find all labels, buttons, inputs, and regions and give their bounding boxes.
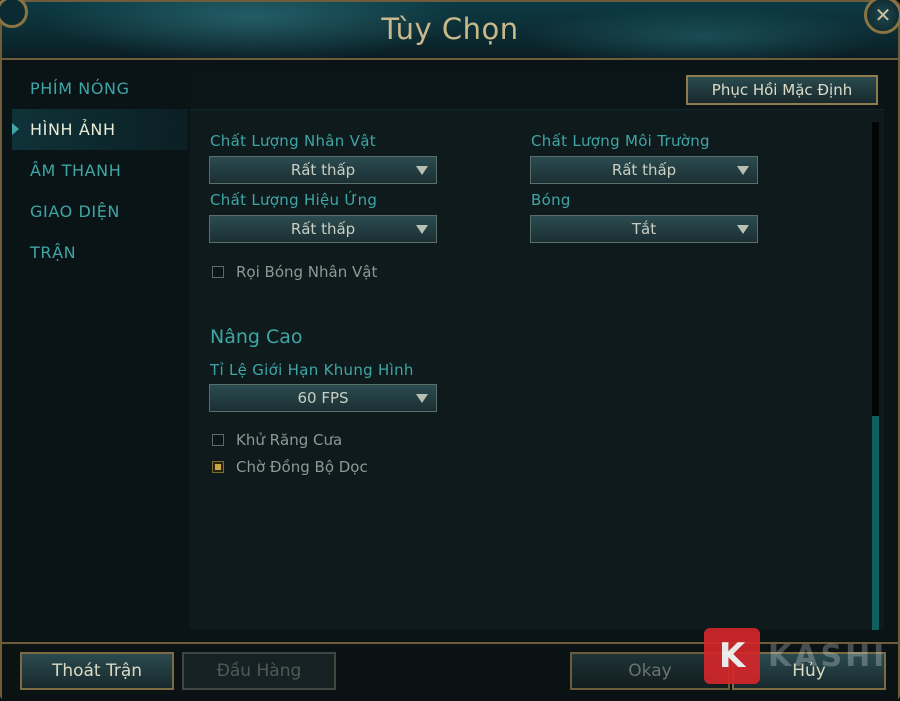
dropdown-value: Rất thấp bbox=[290, 161, 356, 179]
anti-aliasing-checkbox[interactable] bbox=[212, 434, 224, 446]
settings-panel: Phục Hồi Mặc Định Chất Lượng Nhân Vật Rấ… bbox=[190, 68, 884, 630]
chevron-down-icon bbox=[737, 225, 749, 234]
vsync-checkbox[interactable] bbox=[212, 461, 224, 473]
dropdown-value: Rất thấp bbox=[290, 220, 356, 238]
close-icon[interactable]: ✕ bbox=[864, 0, 900, 34]
title-bar: Tùy Chọn bbox=[2, 2, 898, 60]
watermark-logo: K bbox=[704, 628, 760, 684]
sidebar-nav: PHÍM NÓNG HÌNH ẢNH ÂM THANH GIAO DIỆN TR… bbox=[12, 68, 188, 273]
dropdown-value: Tắt bbox=[631, 220, 657, 238]
character-shadows-checkbox[interactable] bbox=[212, 266, 224, 278]
watermark-text: KASHI bbox=[768, 638, 888, 674]
chevron-down-icon bbox=[737, 166, 749, 175]
sidebar-item-sound[interactable]: ÂM THANH bbox=[12, 150, 188, 191]
anti-aliasing-option[interactable]: Khử Răng Cưa bbox=[212, 431, 342, 449]
checkbox-label: Rọi Bóng Nhân Vật bbox=[236, 263, 378, 281]
chevron-down-icon bbox=[416, 394, 428, 403]
exit-game-button[interactable]: Thoát Trận bbox=[20, 652, 174, 690]
scrollbar-lower-track[interactable] bbox=[872, 416, 879, 630]
scrollbar-thumb[interactable] bbox=[872, 122, 879, 416]
sidebar-item-interface[interactable]: GIAO DIỆN bbox=[12, 191, 188, 232]
sidebar-item-label: TRẬN bbox=[30, 243, 77, 262]
shadows-dropdown[interactable]: Tắt bbox=[530, 215, 758, 243]
sidebar-item-video[interactable]: HÌNH ẢNH bbox=[12, 109, 188, 150]
effects-quality-dropdown[interactable]: Rất thấp bbox=[209, 215, 437, 243]
watermark: K KASHI bbox=[704, 628, 887, 684]
shadows-label: Bóng bbox=[531, 191, 571, 209]
vsync-option[interactable]: Chờ Đồng Bộ Dọc bbox=[212, 458, 368, 476]
frame-rate-cap-dropdown[interactable]: 60 FPS bbox=[209, 384, 437, 412]
window-title: Tùy Chọn bbox=[381, 12, 519, 46]
sidebar-item-label: ÂM THANH bbox=[30, 161, 122, 180]
sidebar-item-label: GIAO DIỆN bbox=[30, 202, 120, 221]
active-arrow-icon bbox=[12, 123, 19, 135]
sidebar-item-hotkeys[interactable]: PHÍM NÓNG bbox=[12, 68, 188, 109]
character-quality-label: Chất Lượng Nhân Vật bbox=[210, 132, 376, 150]
sidebar-item-game[interactable]: TRẬN bbox=[12, 232, 188, 273]
chevron-down-icon bbox=[416, 166, 428, 175]
sidebar-item-label: HÌNH ẢNH bbox=[30, 120, 116, 139]
checkbox-label: Chờ Đồng Bộ Dọc bbox=[236, 458, 368, 476]
dropdown-value: 60 FPS bbox=[297, 389, 349, 407]
environment-quality-label: Chất Lượng Môi Trường bbox=[531, 132, 710, 150]
chevron-down-icon bbox=[416, 225, 428, 234]
sidebar-item-label: PHÍM NÓNG bbox=[30, 79, 130, 98]
frame-rate-cap-label: Tỉ Lệ Giới Hạn Khung Hình bbox=[210, 361, 414, 379]
checkbox-label: Khử Răng Cưa bbox=[236, 431, 343, 449]
advanced-section-title: Nâng Cao bbox=[210, 326, 303, 348]
effects-quality-label: Chất Lượng Hiệu Ứng bbox=[210, 191, 378, 209]
character-quality-dropdown[interactable]: Rất thấp bbox=[209, 156, 437, 184]
character-shadows-option[interactable]: Rọi Bóng Nhân Vật bbox=[212, 263, 377, 281]
environment-quality-dropdown[interactable]: Rất thấp bbox=[530, 156, 758, 184]
options-window: Tùy Chọn ✕ PHÍM NÓNG HÌNH ẢNH ÂM THANH G… bbox=[0, 0, 900, 701]
dropdown-value: Rất thấp bbox=[611, 161, 677, 179]
surrender-button[interactable]: Đầu Hàng bbox=[182, 652, 336, 690]
restore-defaults-button[interactable]: Phục Hồi Mặc Định bbox=[686, 75, 878, 105]
